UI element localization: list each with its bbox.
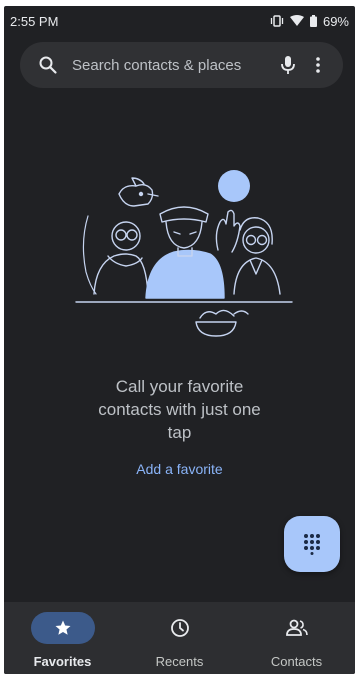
battery-icon [309, 15, 317, 27]
empty-state-line-2: contacts with just one [98, 400, 261, 419]
battery-level: 69% [322, 13, 349, 29]
search-input[interactable] [72, 56, 273, 74]
nav-item-contacts[interactable]: Contacts [238, 602, 355, 674]
app-screen: 2:55 PM 69% Search contacts & places Cal… [4, 6, 355, 674]
status-icons: 69% [270, 14, 349, 29]
search-bar[interactable] [20, 42, 343, 88]
clock-icon [170, 619, 189, 637]
empty-state-line-3: tap [167, 423, 192, 442]
bottom-navigation: Favorites Recents Contacts [4, 602, 355, 674]
dialpad-icon [304, 534, 320, 555]
status-time: 2:55 PM [10, 13, 59, 29]
status-bar: 2:55 PM 69% [4, 6, 355, 36]
nav-pill-favorites [30, 612, 95, 644]
nav-label-recents: Recents [155, 654, 204, 669]
nav-item-favorites[interactable]: Favorites [4, 602, 121, 674]
more-vert-icon [316, 57, 320, 73]
voice-search-button[interactable] [273, 50, 303, 80]
vibrate-icon [270, 15, 284, 27]
nav-label-favorites: Favorites [33, 654, 92, 669]
favorites-illustration [75, 170, 293, 337]
wifi-icon [289, 15, 304, 26]
people-icon [285, 619, 308, 636]
mic-icon [281, 56, 295, 74]
dialpad-button[interactable] [284, 516, 340, 572]
empty-state-message: Call your favorite contacts with just on… [44, 375, 315, 444]
add-favorite-link[interactable]: Add a favorite [4, 461, 355, 477]
empty-state-line-1: Call your favorite [115, 377, 244, 396]
nav-pill-recents [148, 612, 212, 644]
search-icon [39, 56, 57, 74]
nav-pill-contacts [265, 612, 329, 644]
nav-label-contacts: Contacts [270, 654, 323, 669]
nav-item-recents[interactable]: Recents [121, 602, 238, 674]
more-options-button[interactable] [303, 50, 333, 80]
star-icon [55, 620, 70, 635]
